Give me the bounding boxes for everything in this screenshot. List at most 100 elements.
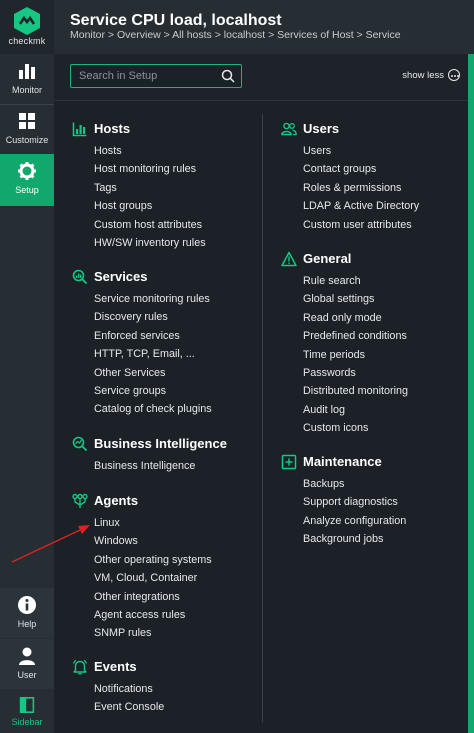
customize-icon: [19, 113, 35, 129]
menu-item-predefined-conditions[interactable]: Predefined conditions: [303, 327, 408, 345]
nav-help[interactable]: Help: [0, 588, 54, 638]
menu-item-tags[interactable]: Tags: [94, 179, 206, 197]
menu-item-contact-groups[interactable]: Contact groups: [303, 160, 419, 178]
section-title: Business Intelligence: [94, 436, 227, 451]
section-users: Users Users Contact groups Roles & permi…: [281, 120, 419, 234]
menu-item-enforced-services[interactable]: Enforced services: [94, 327, 212, 345]
menu-item-discovery-rules[interactable]: Discovery rules: [94, 308, 212, 326]
section-title: Users: [303, 121, 340, 136]
menu-item-rule-search[interactable]: Rule search: [303, 272, 408, 290]
section-header: Business Intelligence: [72, 435, 227, 453]
section-header: Agents: [72, 492, 212, 510]
menu-item-audit-log[interactable]: Audit log: [303, 401, 408, 419]
main-navigation: checkmk Monitor Customize Setup Help Use…: [0, 0, 54, 733]
menu-item-other-operating-systems[interactable]: Other operating systems: [94, 551, 212, 569]
setup-toolbar: show less: [54, 54, 468, 100]
section-header: Maintenance: [281, 453, 406, 471]
nav-setup-label: Setup: [15, 185, 39, 195]
section-hosts: Hosts Hosts Host monitoring rules Tags H…: [72, 120, 206, 252]
menu-item-custom-icons[interactable]: Custom icons: [303, 419, 408, 437]
nav-monitor-label: Monitor: [11, 85, 42, 95]
menu-item-other-integrations[interactable]: Other integrations: [94, 588, 212, 606]
menu-item-passwords[interactable]: Passwords: [303, 364, 408, 382]
menu-item-roles-permissions[interactable]: Roles & permissions: [303, 179, 419, 197]
section-header: Hosts: [72, 120, 206, 138]
section-title: Services: [94, 269, 148, 284]
menu-item-linux[interactable]: Linux: [94, 514, 212, 532]
menu-item-custom-host-attributes[interactable]: Custom host attributes: [94, 216, 206, 234]
nav-sidebar[interactable]: Sidebar: [0, 690, 54, 733]
info-icon: [18, 596, 36, 614]
breadcrumb[interactable]: Monitor > Overview > All hosts > localho…: [70, 29, 401, 41]
more-icon: [448, 69, 460, 81]
menu-item-snmp-rules[interactable]: SNMP rules: [94, 624, 212, 642]
section-items: Rule search Global settings Read only mo…: [303, 272, 408, 438]
monitor-icon: [19, 64, 35, 79]
menu-item-other-services[interactable]: Other Services: [94, 364, 212, 382]
checkmk-logo-icon: [14, 7, 40, 35]
menu-item-custom-user-attributes[interactable]: Custom user attributes: [303, 216, 419, 234]
menu-item-service-groups[interactable]: Service groups: [94, 382, 212, 400]
menu-item-hw-sw-inventory-rules[interactable]: HW/SW inventory rules: [94, 234, 206, 252]
brand-name: checkmk: [8, 36, 46, 46]
menu-item-distributed-monitoring[interactable]: Distributed monitoring: [303, 382, 408, 400]
menu-item-event-console[interactable]: Event Console: [94, 698, 164, 716]
search-input[interactable]: [71, 65, 211, 87]
section-title: General: [303, 251, 352, 266]
user-icon: [19, 647, 35, 665]
menu-item-backups[interactable]: Backups: [303, 475, 406, 493]
section-title: Events: [94, 659, 137, 674]
section-items: Business Intelligence: [94, 457, 195, 475]
section-header: Users: [281, 120, 419, 138]
menu-item-agent-access-rules[interactable]: Agent access rules: [94, 606, 212, 624]
nav-customize-label: Customize: [5, 135, 49, 145]
checkmk-logo[interactable]: checkmk: [0, 0, 54, 54]
scrollbar-accent[interactable]: [468, 54, 474, 733]
section-header: Services: [72, 268, 212, 286]
search-icon[interactable]: [221, 69, 235, 83]
section-services: Services Service monitoring rules Discov…: [72, 268, 212, 419]
nav-monitor[interactable]: Monitor: [0, 54, 54, 104]
bell-icon: [72, 659, 88, 675]
show-less-label: show less: [402, 70, 444, 81]
menu-item-vm-cloud-container[interactable]: VM, Cloud, Container: [94, 569, 212, 587]
menu-item-background-jobs[interactable]: Background jobs: [303, 530, 406, 548]
column-divider: [262, 114, 263, 722]
agents-icon: [72, 493, 88, 508]
section-title: Hosts: [94, 121, 131, 136]
section-items: Linux Windows Other operating systems VM…: [94, 514, 212, 643]
nav-customize[interactable]: Customize: [0, 104, 54, 154]
menu-item-time-periods[interactable]: Time periods: [303, 346, 408, 364]
menu-item-windows[interactable]: Windows: [94, 532, 212, 550]
section-header: General: [281, 250, 408, 268]
page-title: Service CPU load, localhost: [70, 12, 282, 29]
section-title: Agents: [94, 493, 139, 508]
section-items: Notifications Event Console: [94, 680, 164, 717]
plus-box-icon: [281, 454, 297, 470]
nav-user[interactable]: User: [0, 639, 54, 689]
menu-item-business-intelligence[interactable]: Business Intelligence: [94, 457, 195, 475]
section-events: Events Notifications Event Console: [72, 658, 164, 717]
section-title: Maintenance: [303, 454, 382, 469]
section-items: Hosts Host monitoring rules Tags Host gr…: [94, 142, 206, 252]
hosts-icon: [72, 122, 87, 137]
menu-item-read-only-mode[interactable]: Read only mode: [303, 309, 408, 327]
section-items: Users Contact groups Roles & permissions…: [303, 142, 419, 234]
section-agents: Agents Linux Windows Other operating sys…: [72, 492, 212, 643]
services-icon: [72, 269, 88, 285]
menu-item-users[interactable]: Users: [303, 142, 419, 160]
menu-item-ldap-active-directory[interactable]: LDAP & Active Directory: [303, 197, 419, 215]
menu-item-support-diagnostics[interactable]: Support diagnostics: [303, 493, 406, 511]
menu-item-catalog-of-check-plugins[interactable]: Catalog of check plugins: [94, 400, 212, 418]
menu-item-hosts[interactable]: Hosts: [94, 142, 206, 160]
menu-item-host-groups[interactable]: Host groups: [94, 197, 206, 215]
menu-item-global-settings[interactable]: Global settings: [303, 290, 408, 308]
show-less-toggle[interactable]: show less: [402, 69, 460, 81]
menu-item-host-monitoring-rules[interactable]: Host monitoring rules: [94, 160, 206, 178]
menu-item-analyze-configuration[interactable]: Analyze configuration: [303, 512, 406, 530]
menu-item-service-monitoring-rules[interactable]: Service monitoring rules: [94, 290, 212, 308]
menu-item-http-tcp-email[interactable]: HTTP, TCP, Email, ...: [94, 345, 212, 363]
menu-item-notifications[interactable]: Notifications: [94, 680, 164, 698]
section-business-intelligence: Business Intelligence Business Intellige…: [72, 435, 227, 475]
nav-setup[interactable]: Setup: [0, 154, 54, 206]
